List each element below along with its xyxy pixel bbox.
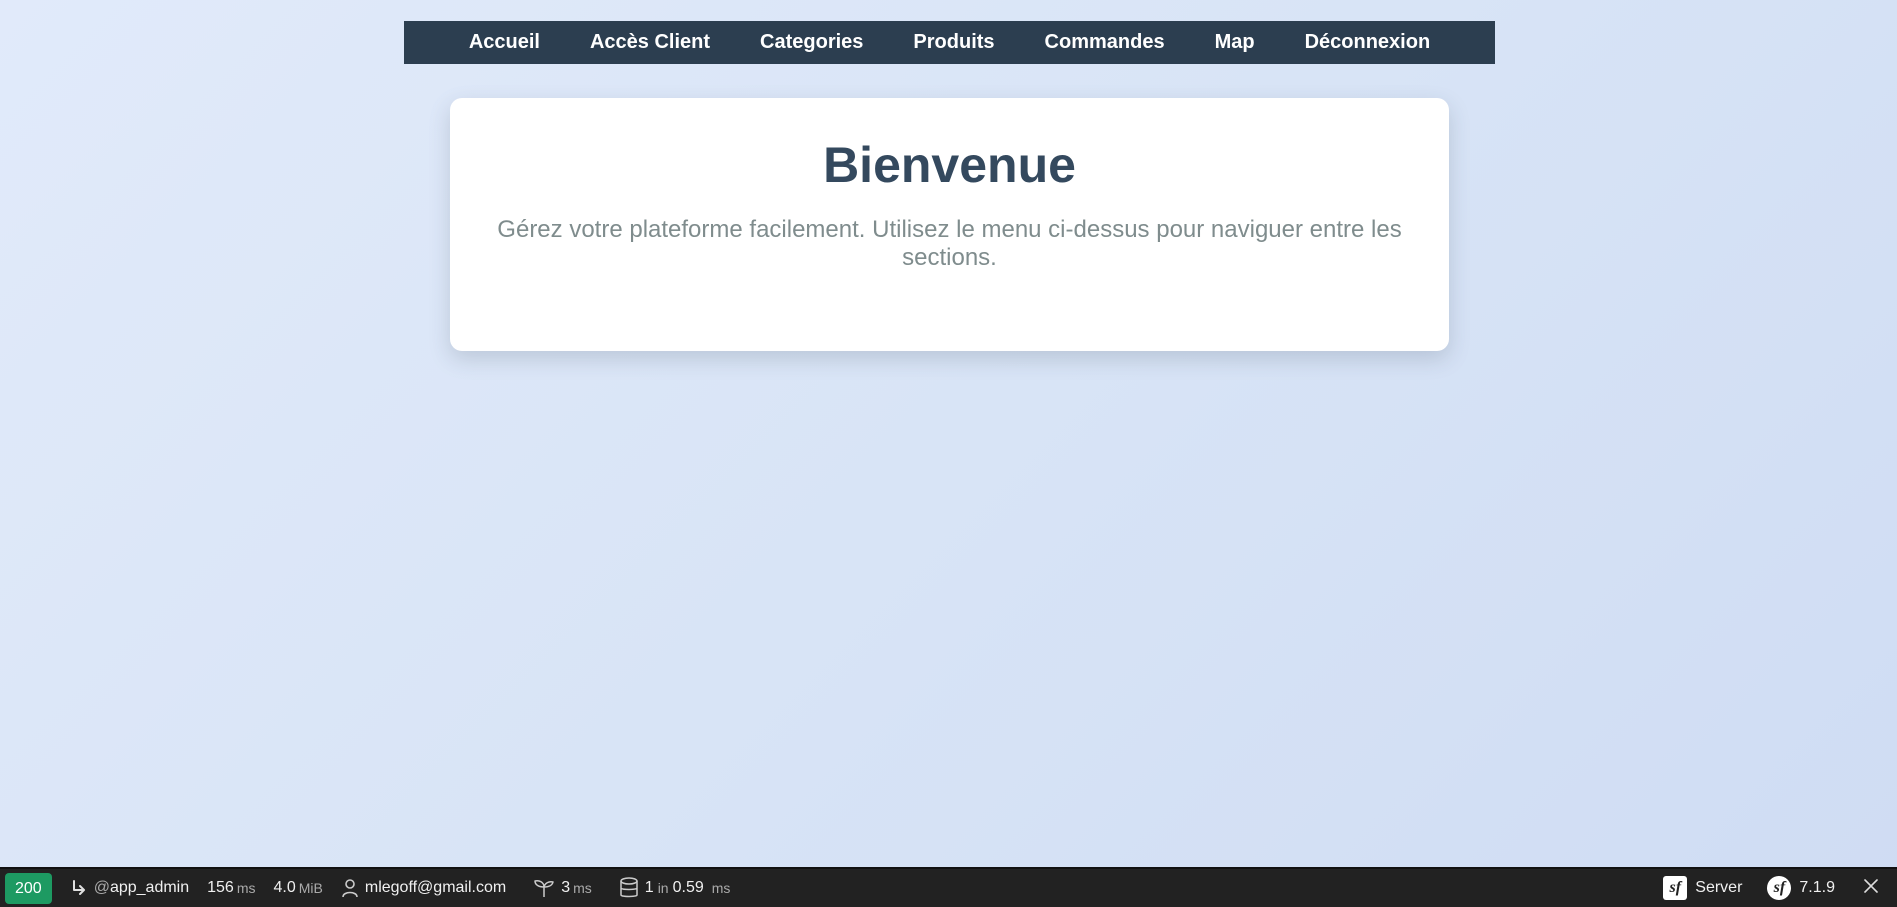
memory-panel[interactable]: 4.0 MiB	[265, 869, 332, 907]
nav-link-accueil[interactable]: Accueil	[444, 31, 565, 54]
init-unit: ms	[573, 880, 592, 896]
db-time-value: 0.59	[672, 879, 704, 896]
nav-link-acces-client[interactable]: Accès Client	[565, 31, 735, 54]
main-navbar: Accueil Accès Client Categories Produits…	[404, 21, 1495, 64]
user-email: mlegoff@gmail.com	[364, 879, 507, 896]
nav-link-produits[interactable]: Produits	[888, 31, 1019, 54]
symfony-icon: sf	[1663, 876, 1688, 900]
db-query-count: 1	[644, 879, 654, 896]
page-title: Bienvenue	[823, 137, 1076, 193]
memory-value: 4.0	[273, 879, 296, 896]
sprout-icon	[533, 878, 555, 898]
user-icon	[341, 878, 359, 898]
db-in-label: in	[657, 880, 669, 896]
time-value: 156	[207, 879, 234, 896]
db-panel[interactable]: 1 in 0.59 ms	[601, 869, 740, 907]
welcome-text: Gérez votre plateforme facilement. Utili…	[497, 216, 1402, 271]
route-name: app_admin	[109, 879, 190, 896]
version-panel[interactable]: sf 7.1.9	[1758, 869, 1851, 907]
route-prefix: @	[93, 879, 110, 896]
nav-link-deconnexion[interactable]: Déconnexion	[1280, 31, 1456, 54]
route-panel[interactable]: @ app_admin	[61, 869, 198, 907]
status-badge: 200	[5, 872, 52, 904]
nav-link-map[interactable]: Map	[1190, 31, 1280, 54]
db-time-unit: ms	[711, 880, 731, 896]
welcome-card: Bienvenue Gérez votre plateforme facilem…	[450, 98, 1449, 351]
init-panel[interactable]: 3 ms	[515, 869, 601, 907]
symfony-icon: sf	[1767, 876, 1792, 900]
debug-toolbar: 200 @ app_admin 156 ms 4.0 MiB mlegoff@gmai…	[0, 867, 1897, 907]
memory-unit: MiB	[298, 880, 323, 896]
close-icon	[1863, 878, 1879, 899]
nav-link-commandes[interactable]: Commandes	[1020, 31, 1190, 54]
server-label: Server	[1695, 879, 1743, 896]
close-toolbar-button[interactable]	[1851, 869, 1897, 907]
init-value: 3	[561, 879, 571, 896]
server-panel[interactable]: sf Server	[1654, 869, 1758, 907]
status-panel[interactable]: 200	[0, 869, 61, 907]
database-icon	[619, 877, 639, 899]
user-panel[interactable]: mlegoff@gmail.com	[332, 869, 515, 907]
route-arrow-icon	[70, 879, 88, 897]
time-panel[interactable]: 156 ms	[198, 869, 264, 907]
symfony-version: 7.1.9	[1799, 879, 1835, 896]
time-unit: ms	[236, 880, 256, 896]
nav-link-categories[interactable]: Categories	[735, 31, 888, 54]
